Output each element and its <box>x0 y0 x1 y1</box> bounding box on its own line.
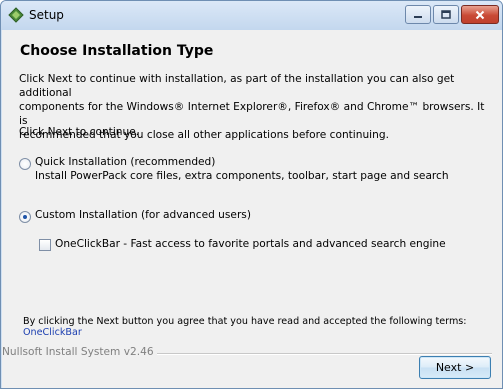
maximize-button[interactable] <box>433 5 459 24</box>
close-icon <box>475 10 485 19</box>
footer-divider <box>152 353 492 355</box>
close-button[interactable] <box>461 5 499 24</box>
setup-app-icon <box>8 7 24 23</box>
title-bar[interactable]: Setup <box>1 1 502 30</box>
intro-line-2: components for the Windows® Internet Exp… <box>19 101 485 127</box>
quick-install-description: Install PowerPack core files, extra comp… <box>35 170 449 182</box>
page-heading: Choose Installation Type <box>20 43 214 59</box>
quick-install-label[interactable]: Quick Installation (recommended) <box>35 156 215 168</box>
intro-line-1: Click Next to continue with installation… <box>19 73 455 99</box>
dialog-content: Choose Installation Type Click Next to c… <box>2 30 502 388</box>
minimize-icon <box>414 15 422 18</box>
continue-instruction: Click Next to continue. <box>19 126 140 138</box>
oneclickbar-checkbox[interactable] <box>39 239 51 251</box>
oneclickbar-terms-link[interactable]: OneClickBar <box>23 327 82 338</box>
installer-branding: Nullsoft Install System v2.46 <box>2 346 157 358</box>
next-button[interactable]: Next > <box>419 356 491 379</box>
setup-window: Setup Choose Installation Type Click Nex… <box>0 0 503 389</box>
custom-install-radio[interactable] <box>19 211 31 223</box>
window-title: Setup <box>29 8 64 22</box>
oneclickbar-label[interactable]: OneClickBar - Fast access to favorite po… <box>55 238 446 250</box>
terms-text: By clicking the Next button you agree th… <box>23 316 467 327</box>
maximize-icon <box>441 10 451 19</box>
custom-install-label[interactable]: Custom Installation (for advanced users) <box>35 209 251 221</box>
minimize-button[interactable] <box>405 5 431 24</box>
quick-install-radio[interactable] <box>19 158 31 170</box>
